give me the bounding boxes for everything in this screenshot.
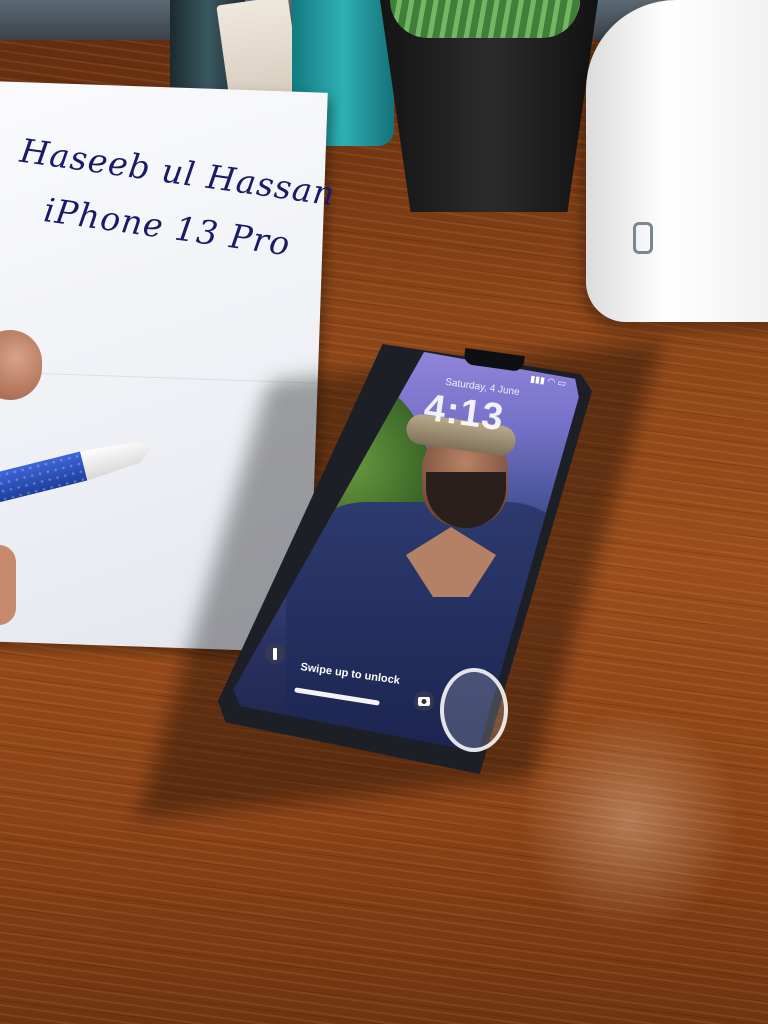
- white-lamp: [586, 0, 768, 322]
- green-plant: [390, 0, 580, 38]
- hand-thumb: [0, 545, 16, 625]
- screen-light-reflection: [440, 668, 508, 752]
- flashlight-icon[interactable]: [265, 644, 285, 664]
- camera-icon[interactable]: [414, 691, 434, 711]
- photo-scene: Haseeb ul Hassan iPhone 13 Pro Saturday,…: [0, 0, 768, 1024]
- lamp-logo: [633, 222, 653, 254]
